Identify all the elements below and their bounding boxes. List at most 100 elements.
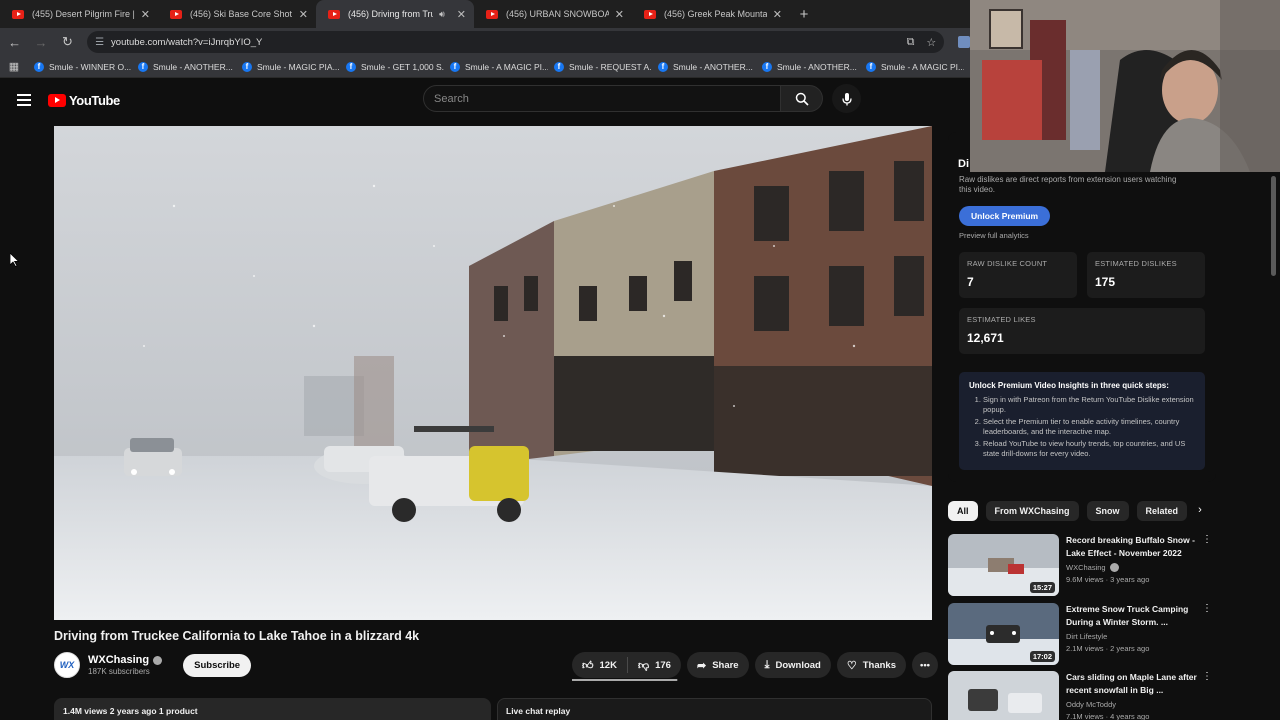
chip-snow[interactable]: Snow bbox=[1086, 501, 1129, 521]
live-chat-panel[interactable]: Live chat replay bbox=[497, 698, 932, 720]
description-box[interactable]: 1.4M views 2 years ago 1 product bbox=[54, 698, 491, 720]
bookmark-star-icon[interactable]: ☆ bbox=[926, 36, 936, 49]
bookmark-item[interactable]: f Smule - GET 1,000 S... bbox=[340, 61, 444, 72]
browser-tab-2[interactable]: (456) Ski Base Core Shot & Edg ✕ bbox=[158, 0, 316, 28]
page-scrollbar[interactable] bbox=[1271, 176, 1276, 276]
video-thumbnail[interactable]: 15:27 bbox=[948, 534, 1059, 596]
youtube-masthead: YouTube Search bbox=[0, 78, 945, 122]
more-horizontal-icon: ••• bbox=[920, 659, 930, 671]
related-video-item[interactable]: 17:02 Extreme Snow Truck Camping During … bbox=[948, 603, 1218, 665]
reload-icon[interactable]: ↻ bbox=[56, 34, 79, 50]
close-tab-icon[interactable]: ✕ bbox=[615, 8, 624, 21]
related-channel-name[interactable]: Dirt Lifestyle bbox=[1066, 632, 1107, 641]
download-label: Download bbox=[775, 659, 821, 671]
download-button[interactable]: ⤓ Download bbox=[754, 652, 831, 678]
related-channel-name[interactable]: Oddy McToddy bbox=[1066, 700, 1116, 709]
video-duration: 15:27 bbox=[1029, 582, 1055, 593]
close-tab-icon[interactable]: ✕ bbox=[773, 8, 782, 21]
url-field[interactable]: ☰ youtube.com/watch?v=iJnrqbYIO_Y ⧉ ☆ bbox=[87, 31, 945, 53]
facebook-icon: f bbox=[138, 61, 148, 72]
close-tab-icon[interactable]: ✕ bbox=[457, 8, 466, 21]
browser-tab-1[interactable]: (455) Desert Pilgrim Fire | Psych ✕ bbox=[0, 0, 158, 28]
like-button[interactable]: 👍︎ 12K bbox=[572, 657, 628, 673]
video-thumbnail[interactable]: 17:02 bbox=[948, 603, 1059, 665]
chip-all[interactable]: All bbox=[948, 501, 978, 521]
search-input[interactable]: Search bbox=[423, 85, 781, 112]
forward-icon[interactable]: → bbox=[29, 35, 52, 50]
back-icon[interactable]: ← bbox=[3, 35, 26, 50]
youtube-favicon-icon bbox=[12, 9, 24, 19]
more-vertical-icon[interactable]: ⋮ bbox=[1202, 603, 1212, 614]
bookmarks-bar: ▦ f Smule - WINNER O... f Smule - ANOTHER.… bbox=[0, 56, 970, 78]
search-button[interactable] bbox=[781, 85, 823, 112]
related-video-item[interactable]: 15:27 Record breaking Buffalo Snow - Lak… bbox=[948, 534, 1218, 596]
bookmark-item[interactable]: f Smule - ANOTHER... bbox=[132, 61, 236, 72]
browser-tab-4[interactable]: (456) URBAN SNOWBOARDING ✕ bbox=[474, 0, 632, 28]
channel-name-row[interactable]: WXChasing bbox=[88, 654, 163, 666]
dislike-count: 176 bbox=[655, 659, 671, 671]
related-video-title[interactable]: Record breaking Buffalo Snow - Lake Effe… bbox=[1066, 534, 1200, 560]
bookmark-item[interactable]: f Smule - MAGIC PIA... bbox=[236, 61, 340, 72]
subscribe-button[interactable]: Subscribe bbox=[183, 653, 252, 677]
extension-icon[interactable] bbox=[958, 36, 970, 48]
thanks-icon: ♡ bbox=[846, 659, 857, 672]
youtube-favicon-icon bbox=[328, 9, 340, 19]
share-button[interactable]: ➦ Share bbox=[686, 652, 749, 678]
more-vertical-icon[interactable]: ⋮ bbox=[1202, 534, 1212, 545]
mouse-cursor-icon bbox=[10, 253, 20, 267]
video-thumbnail[interactable] bbox=[948, 671, 1059, 720]
unlock-premium-button[interactable]: Unlock Premium bbox=[959, 206, 1051, 226]
bookmark-label: Smule - A MAGIC PI... bbox=[881, 61, 964, 72]
close-tab-icon[interactable]: ✕ bbox=[141, 8, 150, 21]
facebook-icon: f bbox=[658, 61, 668, 72]
bookmark-item[interactable]: f Smule - WINNER O... bbox=[28, 61, 132, 72]
facebook-icon: f bbox=[866, 61, 876, 72]
youtube-logo[interactable]: YouTube bbox=[48, 93, 120, 108]
related-channel-row: Oddy McToddy bbox=[1066, 700, 1200, 709]
tab-title: (456) Greek Peak Mountain Res bbox=[664, 9, 767, 19]
related-video-meta: Cars sliding on Maple Lane after recent … bbox=[1066, 671, 1212, 720]
browser-tab-active[interactable]: (456) Driving from Truckee 🔊︎ ✕ bbox=[316, 0, 474, 28]
new-tab-icon[interactable]: + bbox=[790, 0, 818, 28]
channel-avatar[interactable]: WX bbox=[54, 652, 80, 678]
youtube-favicon-icon bbox=[644, 9, 656, 19]
close-tab-icon[interactable]: ✕ bbox=[299, 8, 308, 21]
bookmark-item[interactable]: f Smule - ANOTHER... bbox=[756, 61, 860, 72]
apps-grid-icon[interactable]: ▦ bbox=[0, 60, 28, 73]
verified-badge-icon bbox=[1109, 563, 1119, 572]
video-player[interactable] bbox=[54, 126, 932, 620]
related-video-title[interactable]: Extreme Snow Truck Camping During a Wint… bbox=[1066, 603, 1200, 629]
browser-tab-5[interactable]: (456) Greek Peak Mountain Res ✕ bbox=[632, 0, 790, 28]
extension-description: Raw dislikes are direct reports from ext… bbox=[959, 175, 1177, 194]
bookmark-item[interactable]: f Smule - ANOTHER... bbox=[652, 61, 756, 72]
install-icon[interactable]: ⧉ bbox=[907, 36, 915, 49]
step-item: Reload YouTube to view hourly trends, to… bbox=[983, 439, 1195, 458]
chip-from-channel[interactable]: From WXChasing bbox=[985, 501, 1079, 521]
webcam-overlay bbox=[970, 0, 1280, 172]
channel-name[interactable]: WXChasing bbox=[88, 654, 149, 666]
share-icon: ➦ bbox=[696, 659, 707, 672]
thumbs-up-icon: 👍︎ bbox=[582, 659, 594, 672]
dislike-button[interactable]: 👎︎ 176 bbox=[628, 659, 681, 672]
related-channel-name[interactable]: WXChasing bbox=[1066, 563, 1106, 572]
stat-label: ESTIMATED DISLIKES bbox=[1095, 259, 1177, 268]
bookmark-item[interactable]: f Smule - REQUEST A... bbox=[548, 61, 652, 72]
more-vertical-icon[interactable]: ⋮ bbox=[1202, 671, 1212, 682]
site-info-icon[interactable]: ☰ bbox=[95, 37, 104, 48]
more-actions-button[interactable]: ••• bbox=[912, 652, 938, 678]
chevron-right-icon[interactable]: › bbox=[1190, 500, 1210, 520]
preview-analytics-label: Preview full analytics bbox=[959, 231, 1029, 240]
bookmark-item[interactable]: f Smule - A MAGIC PI... bbox=[860, 61, 964, 72]
related-channel-row: WXChasing bbox=[1066, 563, 1200, 572]
like-dislike-group: 👍︎ 12K 👎︎ 176 bbox=[572, 652, 681, 681]
speaker-icon[interactable]: 🔊︎ bbox=[439, 9, 445, 20]
voice-search-button[interactable] bbox=[832, 84, 861, 113]
video-title: Driving from Truckee California to Lake … bbox=[54, 629, 420, 643]
related-video-item[interactable]: Cars sliding on Maple Lane after recent … bbox=[948, 671, 1218, 720]
chip-related[interactable]: Related bbox=[1136, 501, 1188, 521]
menu-icon[interactable] bbox=[17, 91, 31, 109]
related-video-title[interactable]: Cars sliding on Maple Lane after recent … bbox=[1066, 671, 1200, 697]
thanks-button[interactable]: ♡ Thanks bbox=[836, 652, 906, 678]
bookmark-item[interactable]: f Smule - A MAGIC PI... bbox=[444, 61, 548, 72]
channel-info: WXChasing 187K subscribers bbox=[88, 654, 163, 676]
